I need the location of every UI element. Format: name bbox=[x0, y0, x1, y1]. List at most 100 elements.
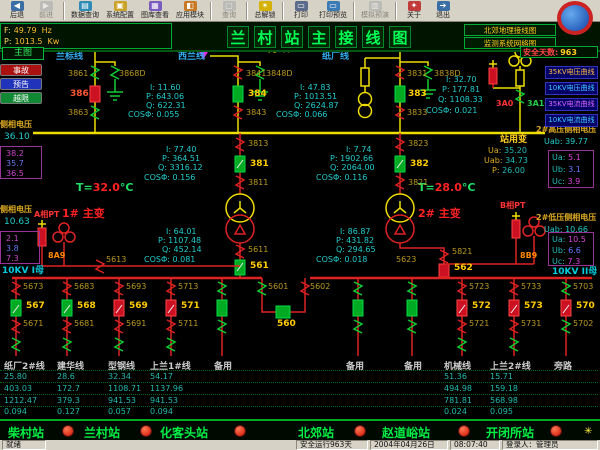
label-5723: 5723 bbox=[469, 283, 489, 291]
station-nav-4[interactable]: 北郊站 bbox=[298, 424, 334, 441]
frequency-value: 49.79 bbox=[14, 26, 37, 35]
globe-icon[interactable] bbox=[557, 1, 593, 35]
label-3813: 3813 bbox=[248, 140, 268, 148]
power-value: 1013.5 bbox=[15, 37, 43, 46]
hv1-u: 36.10 bbox=[4, 133, 30, 142]
zhanyongbian-ua: Ua: 35.20 bbox=[488, 147, 527, 155]
feeder-name-4: 上兰1#线 bbox=[150, 359, 191, 372]
title-char: 线 bbox=[362, 26, 384, 48]
label-567: 567 bbox=[26, 302, 45, 311]
toolbar-button-unlock-all[interactable]: ✶总解锁 bbox=[251, 0, 279, 21]
label-573: 573 bbox=[524, 302, 543, 311]
meas-t2lv-q: Q: 294.65 bbox=[336, 246, 376, 254]
sidebar-right-button-2[interactable]: 10KV电压曲线 bbox=[545, 82, 598, 95]
power-row: P:1013.5Kw bbox=[4, 36, 168, 47]
label-3831: 3831 bbox=[407, 70, 427, 78]
label-3863: 3863 bbox=[68, 109, 88, 117]
station-nav-3[interactable]: 化客头站 bbox=[160, 424, 208, 441]
station-nav-2[interactable]: 兰村站 bbox=[84, 424, 120, 441]
query-icon: ▢ bbox=[223, 1, 236, 11]
toolbar-button-label: 数据查询 bbox=[71, 11, 99, 20]
diagram-labels: 兰标线西兰线兰村站纸厂线386138638633868DI: 11.60P: 6… bbox=[0, 0, 600, 420]
status-ready: 就绪 bbox=[2, 440, 46, 450]
sidebar-right-button-1[interactable]: 35KV电压曲线 bbox=[545, 66, 598, 79]
toolbar-button-simulation[interactable]: ▥模拟预演 bbox=[358, 0, 392, 21]
sidebar-left-button-2[interactable]: 预告 bbox=[0, 78, 42, 90]
label-569: 569 bbox=[129, 302, 148, 311]
page-title: 兰村站主接线图 bbox=[176, 24, 462, 50]
station-indicator-icon[interactable] bbox=[62, 425, 74, 437]
toolbar-separator bbox=[353, 2, 355, 20]
sidebar-right-button-4[interactable]: 10KV电流曲线 bbox=[545, 114, 598, 127]
toolbar-button-gallery-view[interactable]: ▦图库查看 bbox=[138, 0, 172, 21]
nav-link-geo-map[interactable]: 北郊地理接线图 bbox=[464, 24, 556, 36]
zhanyongbian-uab: Uab: 34.73 bbox=[484, 157, 528, 165]
toolbar-separator bbox=[246, 2, 248, 20]
feeder-name-7: 备用 bbox=[404, 359, 422, 372]
title-char: 主 bbox=[308, 26, 330, 48]
station-indicator-icon[interactable] bbox=[140, 425, 152, 437]
station-indicator-icon[interactable] bbox=[458, 425, 470, 437]
frequency-power-panel: F:49.79Hz P:1013.5Kw bbox=[0, 23, 172, 49]
zhanyongbian-p: P: 26.00 bbox=[492, 167, 525, 175]
status-bar: 就绪 安全运行963天 2004年04月26日 08:07:40 登录人：管理员 bbox=[0, 440, 600, 450]
toolbar-button-label: 总解锁 bbox=[255, 11, 276, 20]
station-indicator-icon[interactable] bbox=[354, 425, 366, 437]
station-nav-6[interactable]: 开闭所站 bbox=[486, 424, 534, 441]
lv1-u: 10.63 bbox=[4, 218, 30, 227]
feeder-value: 51.36 bbox=[444, 372, 467, 381]
feeder-value: 781.81 bbox=[444, 396, 472, 405]
lv2-ua: Ua: 10.5 bbox=[552, 236, 586, 244]
sidebar-left-button-1[interactable]: 事故 bbox=[0, 64, 42, 76]
toolbar-button-system-config[interactable]: ▣系统配置 bbox=[103, 0, 137, 21]
feeder-value: 15.71 bbox=[490, 372, 513, 381]
toolbar-button-data-query[interactable]: ▤数据查询 bbox=[68, 0, 102, 21]
meas-zhichang-q: Q: 1108.33 bbox=[438, 96, 483, 104]
feeder-value: 1137.96 bbox=[150, 384, 183, 393]
label-572: 572 bbox=[472, 302, 491, 311]
toolbar-button-query[interactable]: ▢查询 bbox=[215, 0, 243, 21]
feeder-name-8: 机械线 bbox=[444, 359, 471, 372]
feeder-name-9: 上兰2#线 bbox=[490, 359, 531, 372]
meas-zhichang-p: P: 177.81 bbox=[442, 86, 480, 94]
app-modules-icon: ◧ bbox=[184, 1, 197, 11]
frequency-unit: Hz bbox=[42, 26, 52, 35]
lv2-panel-title: 2#低压侧相电压 bbox=[536, 214, 596, 222]
toolbar-button-print-preview[interactable]: ▭打印预览 bbox=[316, 0, 350, 21]
station-indicator-icon[interactable] bbox=[550, 425, 562, 437]
station-nav-1[interactable]: 柴村站 bbox=[8, 424, 44, 441]
station-indicator-icon[interactable] bbox=[234, 425, 246, 437]
sidebar-left-button-3[interactable]: 越限 bbox=[0, 92, 42, 104]
feeder-value: 941.53 bbox=[108, 396, 136, 405]
feeder-label-lanbiaoxian: 兰标线 bbox=[56, 53, 83, 62]
label-3868d: 3868D bbox=[119, 70, 146, 78]
label-3861: 3861 bbox=[68, 70, 88, 78]
toolbar-button-label: 打印预览 bbox=[319, 11, 347, 20]
feeder-value: 0.094 bbox=[150, 407, 173, 416]
main-map-button[interactable]: 主图 bbox=[2, 47, 44, 60]
feeder-value: 0.094 bbox=[4, 407, 27, 416]
station-nav-5[interactable]: 赵道峪站 bbox=[382, 424, 430, 441]
toolbar-button-exit[interactable]: ➔退出 bbox=[429, 0, 457, 21]
toolbar-button-print[interactable]: ▭打印 bbox=[287, 0, 315, 21]
label-5613: 5613 bbox=[106, 256, 126, 264]
label-5691: 5691 bbox=[126, 320, 146, 328]
toolbar-button-back[interactable]: ◀后退 bbox=[3, 0, 31, 21]
back-icon: ◀ bbox=[11, 1, 24, 11]
toolbar-button-label: 打印 bbox=[294, 11, 308, 20]
label-561: 561 bbox=[250, 262, 269, 271]
about-icon: ✦ bbox=[408, 1, 421, 11]
label-381: 381 bbox=[250, 160, 269, 169]
station-nav: 柴村站兰村站化客头站北郊站赵道峪站开闭所站✳ bbox=[0, 419, 600, 440]
sidebar-right-button-3[interactable]: 35KV电流曲线 bbox=[545, 98, 598, 111]
toolbar-button-label: 前进 bbox=[39, 11, 53, 20]
toolbar-button-forward[interactable]: ▶前进 bbox=[32, 0, 60, 21]
toolbar-button-about[interactable]: ✦关于 bbox=[400, 0, 428, 21]
feeder-value: 403.03 bbox=[4, 384, 32, 393]
feeder-value: 28.6 bbox=[57, 372, 75, 381]
toolbar-button-app-modules[interactable]: ◧应用模块 bbox=[173, 0, 207, 21]
print-preview-icon: ▭ bbox=[327, 1, 340, 11]
label-5611: 5611 bbox=[248, 246, 268, 254]
toolbar-button-label: 关于 bbox=[407, 11, 421, 20]
safe-days-value: 963 bbox=[560, 48, 577, 57]
